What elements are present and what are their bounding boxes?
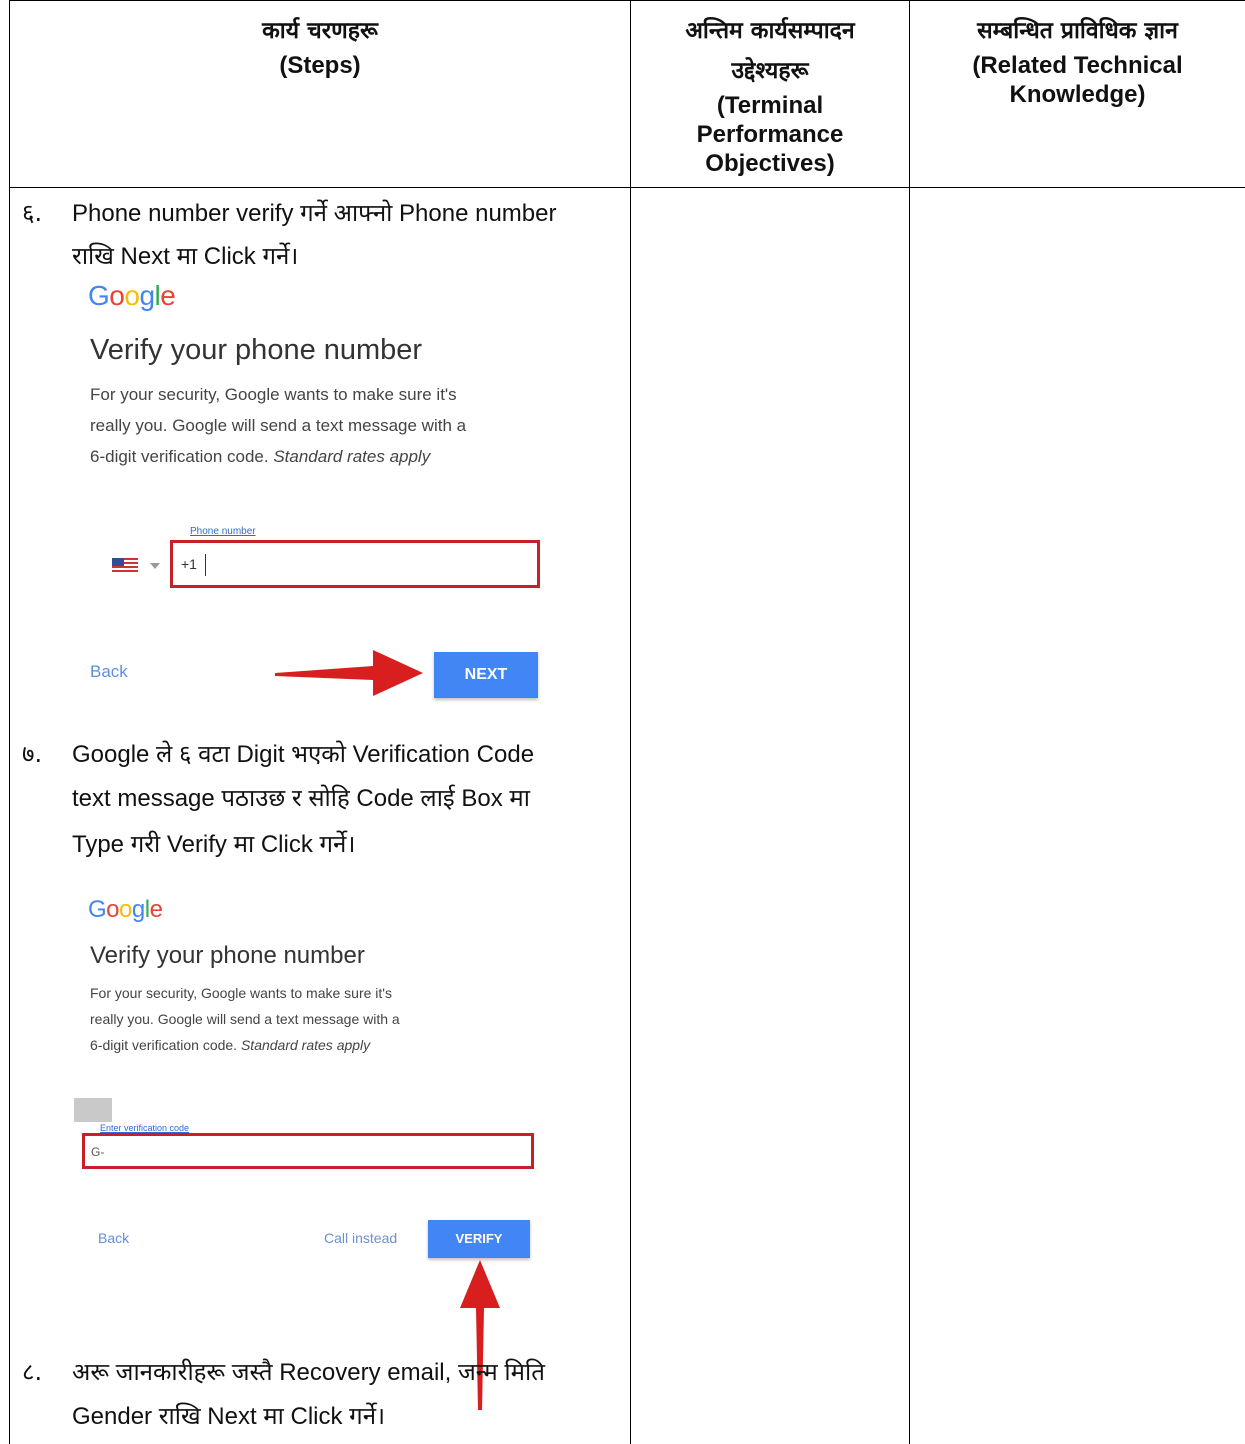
- step-8-number: ८.: [22, 1358, 43, 1386]
- step-7-text-2: text message पठाउछ र सोहि Code लाई Box म…: [72, 785, 530, 812]
- text-cursor: [205, 554, 206, 576]
- knowledge-cell: [909, 187, 1245, 1444]
- next-button[interactable]: NEXT: [434, 652, 538, 698]
- google-logo: Google: [88, 280, 176, 311]
- us-flag-icon[interactable]: [112, 558, 138, 572]
- step-7-text-3: Type गरी Verify मा Click गर्ने।: [72, 831, 356, 858]
- panel1-standard-rates: Standard rates apply: [273, 447, 431, 466]
- dropdown-caret-icon[interactable]: [150, 563, 160, 569]
- panel1-desc-line-3-text: 6-digit verification code.: [90, 447, 269, 466]
- panel2-standard-rates: Standard rates apply: [240, 1037, 371, 1053]
- step-6-text-1: Phone number verify गर्ने आफ्नो Phone nu…: [72, 200, 557, 227]
- panel1-desc-line-3: 6-digit verification code. Standard rate…: [90, 441, 550, 472]
- step-6-number: ६.: [22, 199, 43, 227]
- header-objectives-np-1: अन्तिम कार्यसम्पादन: [685, 17, 855, 44]
- panel2-description: For your security, Google wants to make …: [90, 980, 550, 1058]
- header-objectives-en-2: Performance: [696, 121, 844, 148]
- step-7-number: ७.: [22, 740, 43, 768]
- steps-cell: ६. Phone number verify गर्ने आफ्नो Phone …: [9, 187, 631, 1444]
- header-row: कार्य चरणहरू (Steps) अन्तिम कार्यसम्पादन…: [9, 0, 1245, 188]
- panel1-title: Verify your phone number: [90, 334, 423, 366]
- header-steps: कार्य चरणहरू (Steps): [9, 0, 631, 188]
- lesson-table: कार्य चरणहरू (Steps) अन्तिम कार्यसम्पादन…: [9, 0, 1245, 1444]
- verification-code-label: Enter verification code: [100, 1123, 190, 1133]
- google-logo-2: Google: [88, 896, 163, 923]
- google-verify-phone-panel: Google Verify your phone number For your…: [70, 272, 550, 712]
- header-objectives-en-1: (Terminal: [716, 92, 824, 119]
- header-objectives-np-2: उद्देश्यहरू: [731, 57, 809, 84]
- step-7-text-1: Google ले ६ वटा Digit भएको Verification …: [72, 741, 535, 768]
- panel1-desc-line-2: really you. Google will send a text mess…: [90, 416, 467, 435]
- panel2-title: Verify your phone number: [90, 942, 365, 969]
- back-link[interactable]: Back: [90, 662, 128, 682]
- phone-number-value: +1: [181, 556, 197, 572]
- red-arrow-right-icon: [275, 650, 423, 696]
- header-technical-knowledge: सम्बन्धित प्राविधिक ज्ञान (Related Techn…: [909, 0, 1245, 188]
- back-link-2[interactable]: Back: [98, 1230, 129, 1246]
- step-8-text-2: Gender राखि Next मा Click गर्ने।: [72, 1403, 386, 1430]
- panel2-desc-line-3-text: 6-digit verification code.: [90, 1037, 238, 1053]
- step-8-line-1: ८. अरू जानकारीहरू जस्तै Recovery email, ज…: [22, 1351, 545, 1394]
- step-8-text-1: अरू जानकारीहरू जस्तै Recovery email, जन्…: [72, 1359, 545, 1386]
- panel1-description: For your security, Google wants to make …: [90, 379, 550, 472]
- header-terminal-objectives: अन्तिम कार्यसम्पादन उद्देश्यहरू (Termina…: [630, 0, 910, 188]
- step-7-line-1: ७. Google ले ६ वटा Digit भएको Verificatio…: [22, 733, 534, 776]
- header-knowledge-en-2: Knowledge): [1009, 81, 1146, 108]
- header-steps-np: कार्य चरणहरू: [262, 17, 378, 44]
- call-instead-link[interactable]: Call instead: [324, 1230, 397, 1246]
- verification-code-value: G-: [91, 1145, 105, 1159]
- panel1-desc-line-1: For your security, Google wants to make …: [90, 385, 457, 404]
- header-knowledge-en-1: (Related Technical: [972, 52, 1183, 79]
- body-row: ६. Phone number verify गर्ने आफ्नो Phone …: [9, 187, 1245, 1444]
- panel2-desc-line-1: For your security, Google wants to make …: [90, 985, 392, 1001]
- verification-code-input[interactable]: G-: [82, 1133, 534, 1169]
- header-objectives-en-3: Objectives): [705, 150, 835, 177]
- phone-number-input[interactable]: +1: [170, 540, 540, 588]
- header-steps-en: (Steps): [279, 52, 361, 79]
- verify-button[interactable]: VERIFY: [428, 1220, 530, 1258]
- objectives-cell: [630, 187, 910, 1444]
- phone-number-label: Phone number: [190, 526, 256, 537]
- panel2-desc-line-3: 6-digit verification code. Standard rate…: [90, 1032, 550, 1058]
- panel2-desc-line-2: really you. Google will send a text mess…: [90, 1011, 400, 1027]
- google-verify-code-panel: Google Verify your phone number For your…: [70, 888, 550, 1278]
- step-6-line-1: ६. Phone number verify गर्ने आफ्नो Phone …: [22, 192, 556, 235]
- header-knowledge-np: सम्बन्धित प्राविधिक ज्ञान: [977, 17, 1178, 44]
- gray-placeholder: [74, 1098, 112, 1122]
